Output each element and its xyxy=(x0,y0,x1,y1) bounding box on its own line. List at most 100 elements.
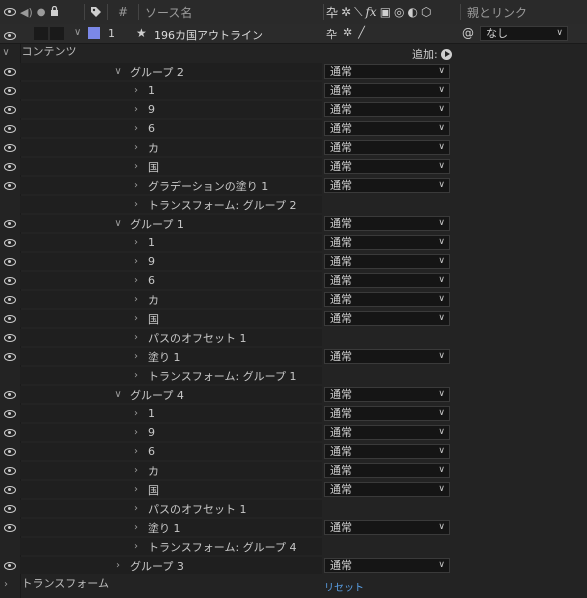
eye-icon[interactable] xyxy=(4,86,16,95)
blend-mode-dropdown[interactable]: 通常 ∨ xyxy=(324,216,450,231)
eye-icon[interactable] xyxy=(4,466,16,475)
row-label[interactable]: 6 xyxy=(148,274,155,287)
property-row[interactable]: › 塗り 1 通常 ∨ xyxy=(0,347,587,366)
3d-icon[interactable]: ⬡ xyxy=(421,5,431,19)
eye-icon[interactable] xyxy=(4,238,16,247)
property-row[interactable]: › パスのオフセット 1 xyxy=(0,499,587,518)
row-label[interactable]: 塗り 1 xyxy=(148,349,181,365)
blend-mode-dropdown[interactable]: 通常 ∨ xyxy=(324,482,450,497)
blend-mode-dropdown[interactable]: 通常 ∨ xyxy=(324,159,450,174)
row-label[interactable]: 1 xyxy=(148,236,155,249)
property-row[interactable]: › 国通常 ∨ xyxy=(0,480,587,499)
chevron-down-icon[interactable]: ∨ xyxy=(112,218,124,229)
layer-visibility-icon[interactable] xyxy=(4,30,16,43)
motion-blur-icon[interactable]: ⟍ xyxy=(354,5,362,20)
row-label[interactable]: 9 xyxy=(148,255,155,268)
row-label[interactable]: 1 xyxy=(148,84,155,97)
property-row[interactable]: › 6 通常 ∨ xyxy=(0,271,587,290)
eye-icon[interactable] xyxy=(4,314,16,323)
chevron-right-icon[interactable]: › xyxy=(112,560,124,571)
row-label[interactable]: グループ 3 xyxy=(130,558,184,574)
solo-icon[interactable]: ● xyxy=(37,7,46,18)
chevron-right-icon[interactable]: › xyxy=(130,199,142,210)
group-row[interactable]: › グループ 3 通常 ∨ xyxy=(0,556,587,575)
layer-label-color[interactable] xyxy=(88,27,100,39)
row-label[interactable]: グループ 2 xyxy=(130,64,184,80)
eye-icon[interactable] xyxy=(4,295,16,304)
blend-mode-dropdown[interactable]: 通常 ∨ xyxy=(324,140,450,155)
property-row[interactable]: › 9 通常 ∨ xyxy=(0,252,587,271)
chevron-right-icon[interactable]: › xyxy=(130,142,142,153)
layer-puppet-icon[interactable]: 卆 xyxy=(326,26,337,42)
eye-icon[interactable] xyxy=(4,181,16,190)
header-source-name[interactable]: ソース名 xyxy=(139,4,323,21)
blend-mode-dropdown[interactable]: 通常 ∨ xyxy=(324,425,450,440)
property-row[interactable]: › 1 通常 ∨ xyxy=(0,81,587,100)
eye-icon[interactable] xyxy=(4,67,16,76)
chevron-right-icon[interactable]: › xyxy=(130,313,142,324)
eye-icon[interactable] xyxy=(4,124,16,133)
property-row[interactable]: › トランスフォーム: グループ 1 xyxy=(0,366,587,385)
row-label[interactable]: グラデーションの塗り 1 xyxy=(148,178,268,194)
blend-mode-dropdown[interactable]: 通常 ∨ xyxy=(324,235,450,250)
row-label[interactable]: パスのオフセット 1 xyxy=(148,330,247,346)
row-label[interactable]: トランスフォーム: グループ 2 xyxy=(148,197,297,213)
audio-icon[interactable]: ◀) xyxy=(20,6,33,19)
blend-mode-dropdown[interactable]: 通常 ∨ xyxy=(324,121,450,136)
chevron-right-icon[interactable]: › xyxy=(130,503,142,514)
layer-slash-icon[interactable]: ╱ xyxy=(358,26,365,42)
chevron-right-icon[interactable]: › xyxy=(130,370,142,381)
property-row[interactable]: › 1 通常 ∨ xyxy=(0,233,587,252)
property-row[interactable]: › トランスフォーム: グループ 4 xyxy=(0,537,587,556)
lock-toggle[interactable] xyxy=(50,27,64,40)
property-row[interactable]: › 6 通常 ∨ xyxy=(0,442,587,461)
eye-icon[interactable] xyxy=(4,409,16,418)
chevron-right-icon[interactable]: › xyxy=(130,427,142,438)
layer-row[interactable]: ∨ 1 ★ 196カ国アウトライン 卆 ✲ ╱ @ なし ∨ xyxy=(0,24,587,44)
chevron-right-icon[interactable]: › xyxy=(130,332,142,343)
blend-mode-dropdown[interactable]: 通常 ∨ xyxy=(324,83,450,98)
sun-icon[interactable]: ✲ xyxy=(341,5,351,19)
chevron-right-icon[interactable]: › xyxy=(130,237,142,248)
lock-icon[interactable] xyxy=(50,5,59,19)
row-label[interactable]: 国 xyxy=(148,311,159,327)
property-row[interactable]: › 6 通常 ∨ xyxy=(0,119,587,138)
blend-mode-dropdown[interactable]: 通常 ∨ xyxy=(324,463,450,478)
blend-mode-dropdown[interactable]: 通常 ∨ xyxy=(324,520,450,535)
row-label[interactable]: 9 xyxy=(148,103,155,116)
eye-icon[interactable] xyxy=(4,219,16,228)
frame-blend-icon[interactable]: ▣ xyxy=(380,5,391,19)
eye-icon[interactable] xyxy=(4,485,16,494)
eye-icon[interactable] xyxy=(4,561,16,570)
blend-mode-dropdown[interactable]: 通常 ∨ xyxy=(324,349,450,364)
pickwhip-icon[interactable]: @ xyxy=(462,26,474,40)
group-row[interactable]: ∨ グループ 4 通常 ∨ xyxy=(0,385,587,404)
chevron-right-icon[interactable]: › xyxy=(130,522,142,533)
row-label[interactable]: 9 xyxy=(148,426,155,439)
chevron-right-icon[interactable]: › xyxy=(130,541,142,552)
row-label[interactable]: トランスフォーム: グループ 1 xyxy=(148,368,297,384)
chevron-right-icon[interactable]: › xyxy=(130,484,142,495)
row-label[interactable]: 塗り 1 xyxy=(148,520,181,536)
property-row[interactable]: › 9 通常 ∨ xyxy=(0,100,587,119)
row-label[interactable]: カ xyxy=(148,292,159,308)
blend-mode-dropdown[interactable]: 通常 ∨ xyxy=(324,273,450,288)
chevron-down-icon[interactable]: ∨ xyxy=(112,66,124,77)
adjust-icon[interactable]: ◐ xyxy=(408,5,418,19)
eye-icon[interactable] xyxy=(4,428,16,437)
row-label[interactable]: トランスフォーム: グループ 4 xyxy=(148,539,297,555)
eye-icon[interactable] xyxy=(4,390,16,399)
eye-icon[interactable] xyxy=(4,447,16,456)
chevron-right-icon[interactable]: › xyxy=(130,465,142,476)
eye-icon[interactable] xyxy=(4,105,16,114)
eye-icon[interactable] xyxy=(4,276,16,285)
chevron-right-icon[interactable]: › xyxy=(130,446,142,457)
chevron-right-icon[interactable]: › xyxy=(130,351,142,362)
row-label[interactable]: カ xyxy=(148,140,159,156)
puppet-icon[interactable]: 卆 xyxy=(326,4,338,21)
add-button[interactable]: 追加: xyxy=(412,46,452,62)
header-parent[interactable]: 親とリンク xyxy=(461,4,527,21)
chevron-right-icon[interactable]: › xyxy=(130,275,142,286)
chevron-down-icon[interactable]: ∨ xyxy=(0,47,12,58)
row-label[interactable]: 6 xyxy=(148,445,155,458)
